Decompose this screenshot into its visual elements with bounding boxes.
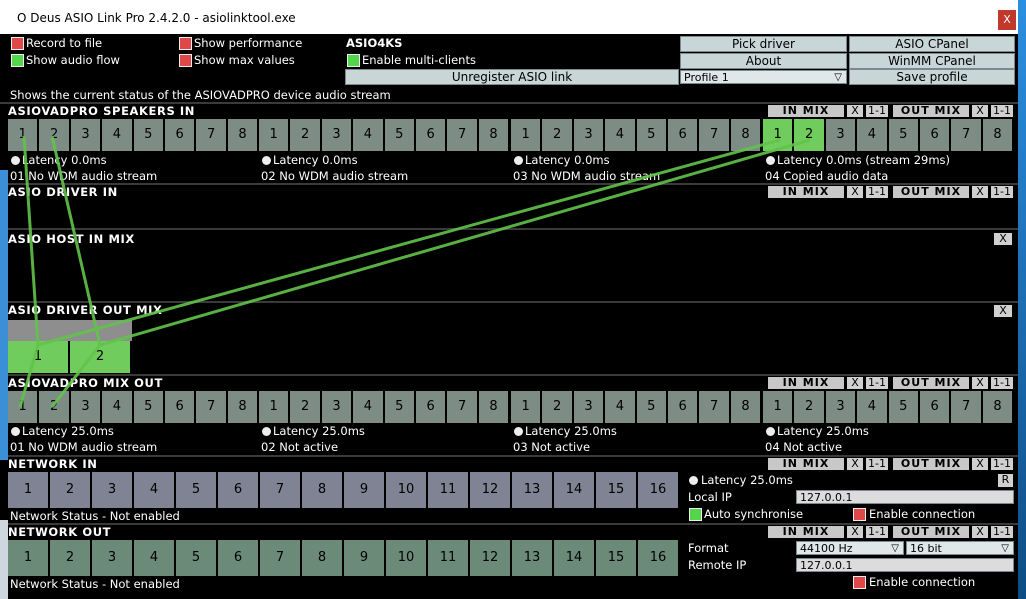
flow-line (99, 138, 811, 347)
desktop-edge (1018, 0, 1026, 599)
desktop-edge (0, 520, 8, 599)
flow-line (22, 135, 40, 346)
flow-line (50, 344, 102, 408)
flow-line (50, 135, 102, 346)
audio-flow-lines (18, 135, 811, 408)
flow-line (37, 138, 781, 347)
flow-line (18, 344, 40, 408)
desktop-edge (0, 170, 8, 460)
app-window: O Deus ASIO Link Pro 2.4.2.0 - asiolinkt… (0, 0, 1018, 599)
